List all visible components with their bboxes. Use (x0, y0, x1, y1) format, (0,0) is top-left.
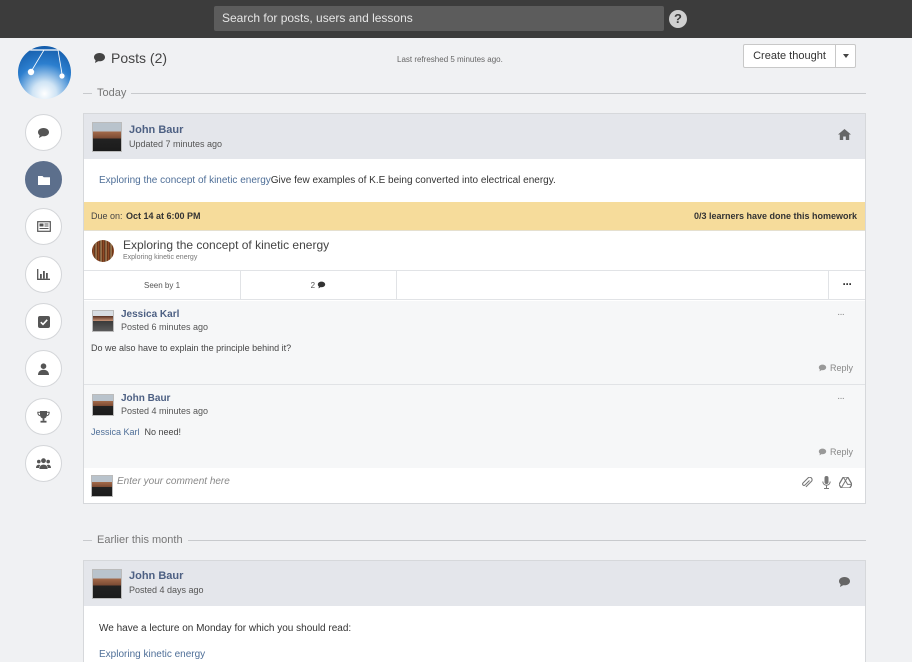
help-icon[interactable]: ? (669, 10, 687, 28)
post-card: John Baur Posted 4 days ago We have a le… (83, 560, 866, 662)
avatar (91, 475, 113, 497)
homework-due-bar: Due on: Oct 14 at 6:00 PM 0/3 learners h… (84, 202, 865, 230)
comment-text: Do we also have to explain the principle… (91, 343, 292, 353)
post-timestamp: Posted 4 days ago (129, 585, 204, 595)
top-bar: Search for posts, users and lessons ? (0, 0, 912, 38)
comment-icon (318, 281, 326, 289)
chat-bubble-icon (94, 53, 105, 63)
caret-down-icon (842, 54, 849, 58)
sidebar-item-news[interactable] (25, 208, 62, 245)
post-author[interactable]: John Baur (129, 124, 183, 136)
app-logo[interactable] (18, 46, 71, 99)
post-body: Exploring the concept of kinetic energyG… (99, 175, 556, 186)
post-timestamp: Updated 7 minutes ago (129, 139, 223, 149)
lesson-thumbnail (92, 240, 114, 262)
sidebar-item-reports[interactable] (25, 256, 62, 293)
comment-count[interactable]: 2 (241, 271, 397, 300)
post-stats-bar: Seen by 1 2 ··· (84, 270, 865, 300)
comment-options-button[interactable]: ··· (837, 309, 845, 320)
post-author[interactable]: John Baur (129, 570, 183, 582)
section-divider-today: Today (83, 86, 866, 100)
post-body-text: We have a lecture on Monday for which yo… (99, 623, 352, 634)
sidebar-item-groups[interactable] (25, 445, 62, 482)
comment-composer: Enter your comment here (84, 468, 865, 503)
lesson-link[interactable]: Exploring kinetic energy (99, 649, 205, 660)
comment-count-value: 2 (310, 281, 316, 290)
comment-timestamp: Posted 4 minutes ago (121, 406, 209, 416)
seen-by[interactable]: Seen by 1 (84, 271, 241, 300)
create-thought-button[interactable]: Create thought (743, 44, 836, 68)
sidebar-item-posts[interactable] (25, 114, 62, 151)
stats-spacer (397, 271, 829, 300)
reply-label: Reply (829, 363, 853, 373)
section-divider-earlier: Earlier this month (83, 533, 866, 547)
search-input[interactable]: Search for posts, users and lessons (214, 6, 664, 31)
trophy-icon (37, 410, 50, 423)
comment-timestamp: Posted 6 minutes ago (121, 322, 209, 332)
paperclip-icon[interactable] (801, 477, 813, 489)
due-date: Oct 14 at 6:00 PM (126, 211, 201, 221)
comment-input[interactable]: Enter your comment here (117, 476, 230, 487)
comment-item: John Baur Posted 4 minutes ago ··· Jessi… (84, 385, 865, 469)
more-options-button[interactable]: ··· (829, 271, 865, 300)
create-options-button[interactable] (835, 44, 856, 68)
avatar[interactable] (92, 569, 122, 599)
sidebar-item-folders[interactable] (25, 161, 62, 198)
section-label-today: Today (97, 87, 127, 99)
reply-label: Reply (829, 447, 853, 457)
due-label: Due on: (91, 211, 123, 221)
reply-icon (818, 364, 827, 372)
avatar[interactable] (92, 394, 114, 416)
avatar[interactable] (92, 122, 122, 152)
lesson-title[interactable]: Exploring the concept of kinetic energy (123, 238, 329, 252)
last-refreshed: Last refreshed 5 minutes ago. (397, 55, 503, 64)
post-header: John Baur Posted 4 days ago (84, 561, 865, 606)
reply-button[interactable]: Reply (818, 363, 853, 373)
section-label-earlier: Earlier this month (97, 534, 183, 546)
reply-button[interactable]: Reply (818, 447, 853, 457)
newspaper-icon (36, 221, 51, 232)
post-body-text: Give few examples of K.E being converted… (270, 175, 556, 186)
sidebar-item-profile[interactable] (25, 350, 62, 387)
lesson-link[interactable]: Exploring the concept of kinetic energy (99, 175, 271, 186)
comment-author[interactable]: Jessica Karl (121, 309, 179, 320)
microphone-icon[interactable] (822, 476, 831, 489)
page-title: Posts (2) (93, 50, 167, 66)
user-icon (38, 362, 49, 375)
comment-item: Jessica Karl Posted 6 minutes ago ··· Do… (84, 301, 865, 385)
post-header: John Baur Updated 7 minutes ago (84, 114, 865, 159)
comment-options-button[interactable]: ··· (837, 393, 845, 404)
chat-bubble-icon (839, 577, 850, 587)
attached-lesson[interactable]: Exploring the concept of kinetic energy … (84, 230, 865, 270)
chat-bubble-icon (38, 127, 49, 138)
page-title-text: Posts (2) (111, 50, 168, 66)
google-drive-icon[interactable] (839, 477, 852, 488)
sidebar-item-tasks[interactable] (25, 303, 62, 340)
avatar[interactable] (92, 310, 114, 332)
comment-text: No need! (144, 427, 182, 437)
homework-status[interactable]: 0/3 learners have done this homework (694, 202, 857, 230)
bar-chart-icon (37, 269, 50, 280)
mention-link[interactable]: Jessica Karl (91, 427, 140, 437)
post-card: John Baur Updated 7 minutes ago Explorin… (83, 113, 866, 504)
users-icon (36, 458, 51, 469)
checkbox-icon (37, 315, 50, 328)
comment-author[interactable]: John Baur (121, 393, 170, 404)
sidebar-item-awards[interactable] (25, 398, 62, 435)
comment-body: Jessica Karl No need! (91, 427, 181, 437)
lesson-subtitle: Exploring kinetic energy (123, 254, 198, 261)
folder-icon (37, 175, 50, 185)
home-icon (838, 129, 851, 140)
pendulum-logo-icon (27, 49, 65, 79)
reply-icon (818, 448, 827, 456)
